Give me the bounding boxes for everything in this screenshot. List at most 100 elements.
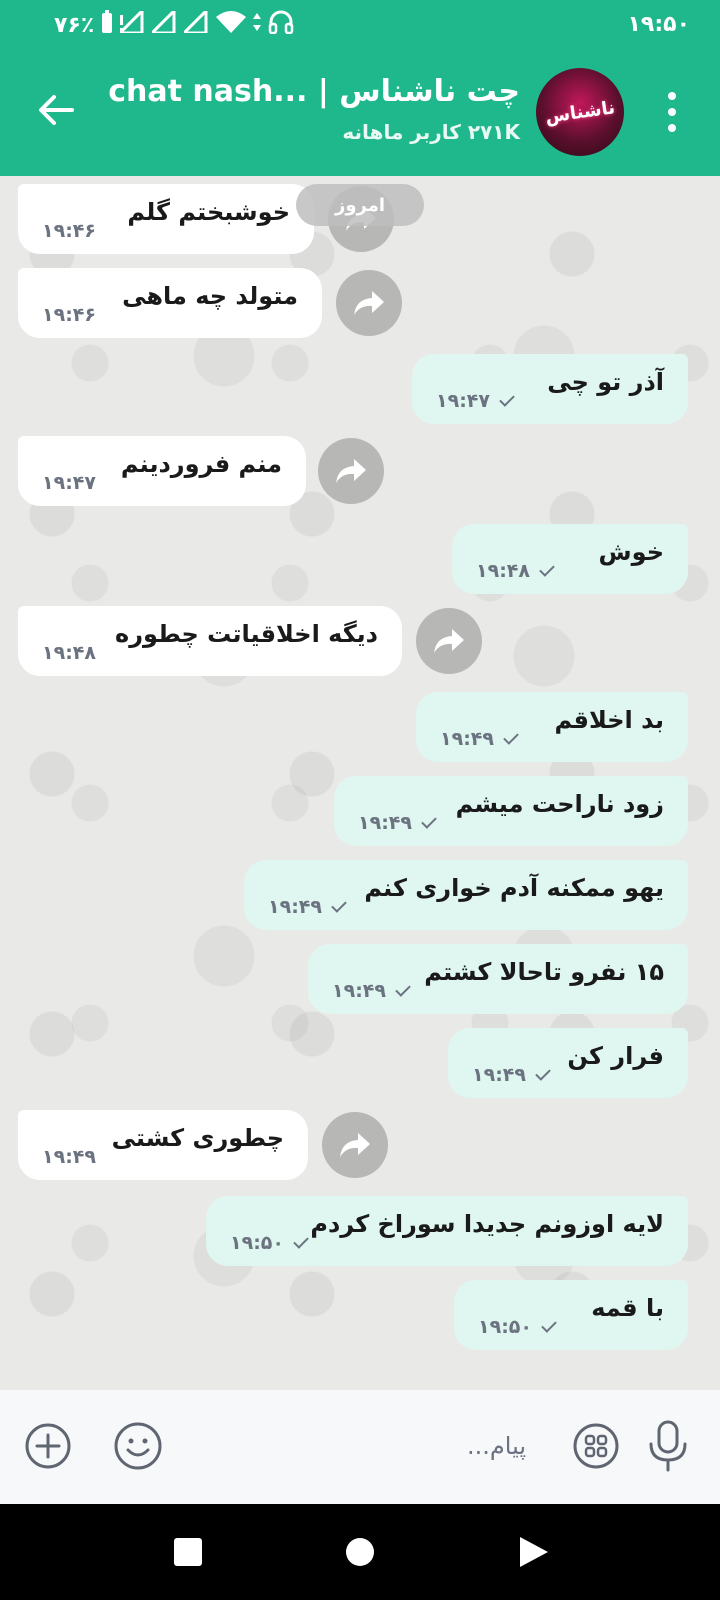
forward-button[interactable] [322, 1112, 388, 1178]
sent-check-icon [293, 1233, 309, 1249]
message-input[interactable] [160, 1412, 540, 1480]
message-incoming[interactable]: متولد چه ماهی ۱۹:۴۶ [18, 268, 322, 338]
sent-check-icon [499, 391, 515, 407]
message-time: ۱۹:۴۶ [42, 220, 96, 242]
message-composer [0, 1390, 720, 1504]
attach-button[interactable] [22, 1420, 74, 1472]
message-time: ۱۹:۴۹ [332, 980, 411, 1002]
date-divider: امروز [296, 184, 424, 226]
signal-icon [116, 7, 146, 39]
avatar-logo: ناشناس [543, 96, 617, 128]
message-outgoing[interactable]: زود ناراحت میشم ۱۹:۴۹ [334, 776, 688, 846]
message-outgoing[interactable]: آذر تو چی ۱۹:۴۷ [412, 354, 688, 424]
message-incoming[interactable]: چطوری کشتی ۱۹:۴۹ [18, 1110, 308, 1180]
sent-check-icon [421, 813, 437, 829]
message-text: منم فروردینم [120, 450, 282, 478]
apps-button[interactable] [570, 1420, 622, 1472]
status-bar: ۷۶٪ ۱۹:۵۰ [0, 0, 720, 56]
arrow-back-icon [39, 95, 74, 125]
sent-check-icon [541, 1317, 557, 1333]
chat-title[interactable]: chat nash... | چت ناشناس [108, 74, 520, 109]
message-time: ۱۹:۴۹ [42, 1146, 96, 1168]
message-text: ۱۵ نفرو تاحالا کشتم [424, 958, 664, 986]
message-text: یهو ممکنه آدم خواری کنم [364, 874, 664, 902]
sent-check-icon [535, 1065, 551, 1081]
message-incoming[interactable]: دیگه اخلاقیاتت چطوره ۱۹:۴۸ [18, 606, 402, 676]
chat-header: chat nash... | چت ناشناس ۲۷۱K کاربر ماها… [0, 56, 720, 176]
avatar[interactable]: ناشناس [536, 68, 624, 156]
message-list[interactable]: خوشبختم گلم ۱۹:۴۶ امروز متولد چه ماهی ۱۹… [0, 176, 720, 1390]
battery-icon [100, 10, 114, 40]
back-nav-button[interactable] [516, 1534, 552, 1570]
message-text: فرار کن [567, 1042, 664, 1070]
message-outgoing[interactable]: با قمه ۱۹:۵۰ [454, 1280, 688, 1350]
chat-subtitle: ۲۷۱K کاربر ماهانه [342, 120, 520, 144]
plus-circle-icon [25, 1423, 71, 1469]
sent-check-icon [539, 561, 555, 577]
message-time: ۱۹:۴۹ [472, 1064, 551, 1086]
wifi-icon [216, 11, 247, 39]
emoji-button[interactable] [112, 1420, 164, 1472]
signal-icon-3 [180, 7, 210, 39]
more-menu-button[interactable] [664, 92, 680, 132]
headphones-icon [268, 10, 294, 40]
message-text: متولد چه ماهی [122, 282, 298, 310]
message-text: خوشبختم گلم [127, 198, 290, 226]
emoji-smile-icon [114, 1422, 162, 1470]
share-arrow-icon [434, 629, 464, 653]
circle-icon [346, 1538, 374, 1566]
share-arrow-icon [336, 459, 366, 483]
sent-check-icon [395, 981, 411, 997]
message-outgoing[interactable]: خوش ۱۹:۴۸ [452, 524, 688, 594]
voice-record-button[interactable] [642, 1420, 694, 1472]
message-outgoing[interactable]: بد اخلاقم ۱۹:۴۹ [416, 692, 688, 762]
forward-button[interactable] [416, 608, 482, 674]
message-text: با قمه [591, 1294, 664, 1322]
square-icon [174, 1538, 202, 1566]
message-outgoing[interactable]: فرار کن ۱۹:۴۹ [448, 1028, 688, 1098]
message-time: ۱۹:۴۹ [440, 728, 519, 750]
triangle-back-icon [520, 1537, 548, 1567]
forward-button[interactable] [336, 270, 402, 336]
message-outgoing[interactable]: یهو ممکنه آدم خواری کنم ۱۹:۴۹ [244, 860, 688, 930]
message-text: بد اخلاقم [554, 706, 664, 734]
battery-percent: ۷۶٪ [54, 12, 95, 38]
message-text: خوش [598, 538, 664, 566]
sent-check-icon [331, 897, 347, 913]
dot-icon [668, 92, 676, 100]
message-incoming[interactable]: خوشبختم گلم ۱۹:۴۶ [18, 184, 314, 254]
message-time: ۱۹:۵۰ [478, 1316, 557, 1338]
message-text: زود ناراحت میشم [455, 790, 664, 818]
system-nav-bar [0, 1504, 720, 1600]
message-time: ۱۹:۴۸ [476, 560, 555, 582]
share-arrow-icon [340, 1133, 370, 1157]
dot-icon [668, 124, 676, 132]
back-button[interactable] [32, 86, 80, 134]
message-time: ۱۹:۴۶ [42, 304, 96, 326]
forward-button[interactable] [318, 438, 384, 504]
signal-icon-2 [148, 7, 178, 39]
grid-apps-icon [573, 1423, 619, 1469]
message-time: ۱۹:۴۷ [436, 390, 515, 412]
data-arrows-icon [252, 11, 262, 39]
message-outgoing[interactable]: ۱۵ نفرو تاحالا کشتم ۱۹:۴۹ [308, 944, 688, 1014]
message-time: ۱۹:۴۷ [42, 472, 96, 494]
recents-button[interactable] [170, 1534, 206, 1570]
message-text: چطوری کشتی [111, 1124, 284, 1152]
status-icons: ۷۶٪ [54, 7, 294, 40]
message-incoming[interactable]: منم فروردینم ۱۹:۴۷ [18, 436, 306, 506]
message-text: دیگه اخلاقیاتت چطوره [115, 620, 378, 648]
sent-check-icon [503, 729, 519, 745]
message-time: ۱۹:۴۹ [268, 896, 347, 918]
dot-icon [668, 108, 676, 116]
message-text: لایه اوزونم جدیدا سوراخ کردم [310, 1210, 664, 1238]
message-text: آذر تو چی [547, 368, 664, 396]
home-button[interactable] [342, 1534, 378, 1570]
message-outgoing[interactable]: لایه اوزونم جدیدا سوراخ کردم ۱۹:۵۰ [206, 1196, 688, 1266]
share-arrow-icon [354, 291, 384, 315]
message-time: ۱۹:۴۸ [42, 642, 96, 664]
status-time: ۱۹:۵۰ [627, 12, 690, 37]
message-time: ۱۹:۵۰ [230, 1232, 309, 1254]
message-time: ۱۹:۴۹ [358, 812, 437, 834]
microphone-icon [649, 1420, 687, 1472]
